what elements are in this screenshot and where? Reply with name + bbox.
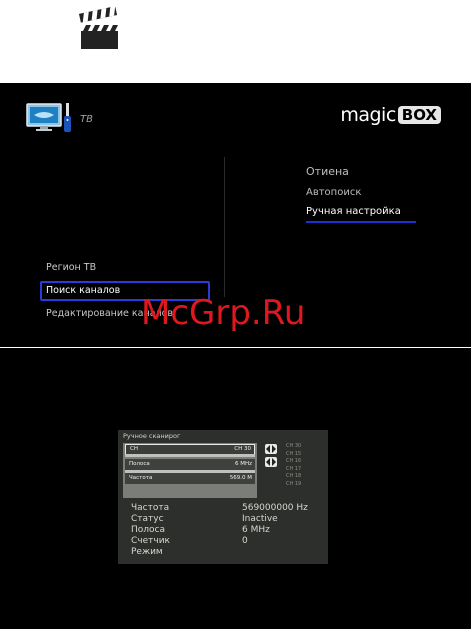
field-value: CH 30 <box>234 446 251 452</box>
info-value: 569000000 Hz <box>242 503 308 513</box>
brand-logo: magic BOX <box>340 104 441 126</box>
frequency-field[interactable]: Частота 569.0 M <box>125 473 255 484</box>
manual-scan-screen: Ручное сканирог CH CH 30 Полоса 6 MHz Ча… <box>0 348 471 629</box>
channel-list: CH 30 CH 15 CH 16 CH 17 CH 18 CH 19 <box>286 443 301 489</box>
submenu: Отиена Автопоиск Ручная настройка <box>306 161 416 223</box>
list-item[interactable]: CH 18 <box>286 473 301 481</box>
clapperboard-icon <box>78 7 118 49</box>
list-item[interactable]: CH 17 <box>286 466 301 474</box>
info-row-counter: Счетчик 0 <box>131 536 321 547</box>
info-label: Режим <box>131 547 163 557</box>
info-label: Статус <box>131 514 164 524</box>
submenu-item-manual-tuning[interactable]: Ручная настройка <box>306 203 416 223</box>
scan-info: Частота 569000000 Hz Статус Inactive Пол… <box>131 503 321 558</box>
info-row-status: Статус Inactive <box>131 514 321 525</box>
info-label: Полоса <box>131 525 165 535</box>
column-divider <box>224 157 225 297</box>
left-right-arrows-icon[interactable] <box>265 457 277 467</box>
manual-scan-dialog: Ручное сканирог CH CH 30 Полоса 6 MHz Ча… <box>118 430 328 564</box>
tv-remote-icon <box>26 103 71 132</box>
info-value: 6 MHz <box>242 525 270 535</box>
tv-menu-screen: ТВ magic BOX Отиена Автопоиск Ручная нас… <box>0 83 471 347</box>
submenu-item-autosearch[interactable]: Автопоиск <box>306 182 416 203</box>
submenu-item-cancel[interactable]: Отиена <box>306 161 416 182</box>
info-label: Счетчик <box>131 536 170 546</box>
info-row-bandwidth: Полоса 6 MHz <box>131 525 321 536</box>
bandwidth-field[interactable]: Полоса 6 MHz <box>125 459 255 470</box>
dialog-title: Ручное сканирог <box>123 432 181 440</box>
left-right-arrows-icon[interactable] <box>265 444 277 454</box>
list-item[interactable]: CH 30 <box>286 443 301 451</box>
info-label: Частота <box>131 503 170 513</box>
brand-word: magic <box>340 104 396 126</box>
list-item[interactable]: CH 15 <box>286 451 301 459</box>
menu-item-tv-region[interactable]: Регион ТВ <box>40 257 210 279</box>
field-label: Полоса <box>129 461 150 467</box>
info-row-frequency: Частота 569000000 Hz <box>131 503 321 514</box>
watermark: McGrp.Ru <box>141 293 306 333</box>
info-value: Inactive <box>242 514 278 524</box>
field-value: 569.0 M <box>229 475 252 481</box>
section-label: ТВ <box>80 114 93 125</box>
field-label: Частота <box>129 475 153 481</box>
brand-box: BOX <box>397 106 441 124</box>
field-separator <box>125 454 255 457</box>
scan-fields-box: CH CH 30 Полоса 6 MHz Частота 569.0 M <box>123 443 257 498</box>
info-value: 0 <box>242 536 248 546</box>
field-value: 6 MHz <box>234 461 252 467</box>
list-item[interactable]: CH 19 <box>286 481 301 489</box>
list-item[interactable]: CH 16 <box>286 458 301 466</box>
field-label: CH <box>130 446 138 452</box>
info-row-mode: Режим <box>131 547 321 558</box>
